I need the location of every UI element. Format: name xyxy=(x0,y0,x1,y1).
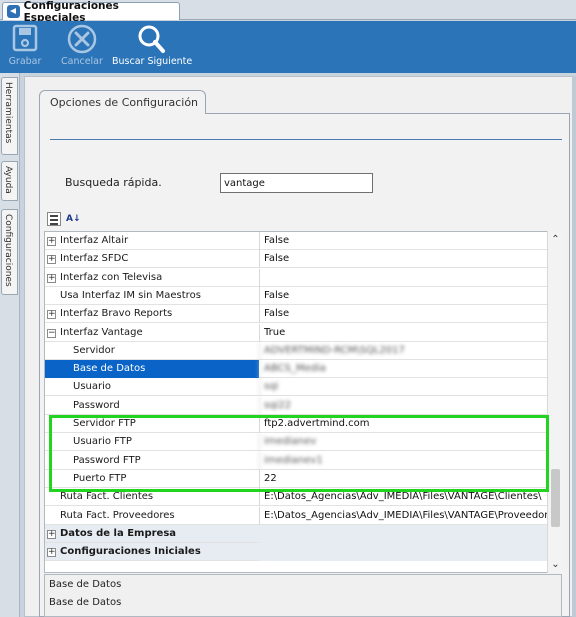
description-title: Base de Datos xyxy=(49,579,122,590)
property-name: Configuraciones Iniciales xyxy=(60,546,201,558)
grid-row[interactable]: Servidor ADVERTMIND-RCM\SQL2017 xyxy=(45,341,548,360)
title-bar: Configuraciones Especiales xyxy=(0,0,576,24)
property-value[interactable]: sqi22 xyxy=(259,396,548,415)
save-label: Grabar xyxy=(8,56,42,67)
grid-row[interactable]: + Interfaz SFDC False xyxy=(45,250,548,269)
save-button[interactable]: Grabar xyxy=(8,23,42,67)
property-value[interactable] xyxy=(259,268,548,287)
tab-herramientas[interactable]: Herramientas xyxy=(1,77,18,155)
property-value[interactable]: False xyxy=(259,250,548,269)
description-panel: Base de Datos Base de Datos xyxy=(44,574,562,617)
grid-row[interactable]: Usuario sqi xyxy=(45,378,548,397)
search-input[interactable] xyxy=(220,173,373,193)
property-value[interactable] xyxy=(259,524,548,543)
side-panel: Herramientas Ayuda Configuraciones xyxy=(0,73,20,617)
grid-row[interactable]: Ruta Fact. Proveedores E:\Datos_Agencias\… xyxy=(45,506,548,525)
grid-row[interactable]: + Interfaz Bravo Reports False xyxy=(45,305,548,324)
property-name: Interfaz Vantage xyxy=(60,326,143,338)
property-name: Interfaz con Televisa xyxy=(60,271,163,283)
property-value[interactable]: False xyxy=(259,286,548,305)
tab-ayuda-label: Ayuda xyxy=(3,166,13,194)
property-value[interactable]: False xyxy=(259,232,548,250)
sort-alphabetical-icon[interactable]: A↓ xyxy=(66,212,81,226)
property-value[interactable] xyxy=(259,543,548,562)
tab-configuraciones-label: Configuraciones xyxy=(3,214,13,287)
tab-opciones-de-configuracion[interactable]: Opciones de Configuración xyxy=(39,90,206,114)
find-next-button[interactable]: Buscar Siguiente xyxy=(112,23,192,67)
right-edge xyxy=(572,76,576,617)
scrollbar-thumb[interactable] xyxy=(551,469,560,527)
find-next-label: Buscar Siguiente xyxy=(112,56,193,67)
scroll-down-icon[interactable]: ⌄ xyxy=(548,557,563,572)
document-tab-label: Configuraciones Especiales xyxy=(23,0,119,24)
cancel-icon xyxy=(67,24,97,54)
cancel-label: Cancelar xyxy=(61,56,103,67)
categorized-icon[interactable] xyxy=(47,212,61,226)
property-value[interactable]: ABCS_Media xyxy=(259,360,548,379)
description-text: Base de Datos xyxy=(49,597,122,608)
grid-row[interactable]: Base de Datos ABCS_Media xyxy=(45,360,548,379)
property-value[interactable]: True xyxy=(259,323,548,342)
scroll-up-icon[interactable]: ⌃ xyxy=(548,232,563,247)
grid-row[interactable]: + Interfaz con Televisa xyxy=(45,268,548,287)
property-name: Servidor xyxy=(73,344,115,356)
back-icon xyxy=(7,5,20,18)
save-icon xyxy=(12,24,38,52)
property-value[interactable]: False xyxy=(259,305,548,324)
grid-row[interactable]: + Datos de la Empresa xyxy=(45,524,548,543)
property-name: Ruta Fact. Proveedores xyxy=(60,509,175,521)
tab-configuraciones[interactable]: Configuraciones xyxy=(1,209,18,295)
property-name: Base de Datos xyxy=(45,360,259,379)
toolbar: Grabar Cancelar Buscar Siguiente xyxy=(0,21,576,73)
property-value[interactable]: sqi xyxy=(259,378,548,397)
grid-row[interactable]: Usa Interfaz IM sin Maestros False xyxy=(45,286,548,305)
grid-row[interactable]: Password sqi22 xyxy=(45,396,548,415)
property-name: Datos de la Empresa xyxy=(60,527,177,539)
property-value[interactable]: ADVERTMIND-RCM\SQL2017 xyxy=(259,341,548,360)
property-grid: + Interfaz Altair False + Interfaz SFDC False… xyxy=(44,231,562,573)
tab-ayuda[interactable]: Ayuda xyxy=(1,161,18,201)
property-name: Usuario xyxy=(73,381,112,393)
property-name: Usa Interfaz IM sin Maestros xyxy=(60,289,201,301)
property-value[interactable]: E:\Datos_Agencias\Adv_IMEDIA\Files\VANTA… xyxy=(259,506,548,525)
search-icon xyxy=(138,25,166,53)
grid-row[interactable]: − Interfaz Vantage True xyxy=(45,323,548,342)
grid-row[interactable]: + Interfaz Altair False xyxy=(45,232,548,250)
property-name: Interfaz SFDC xyxy=(60,253,129,265)
document-tab[interactable]: Configuraciones Especiales xyxy=(2,0,180,24)
ftp-highlight-box xyxy=(49,415,549,492)
tab-herramientas-label: Herramientas xyxy=(3,82,13,144)
property-name: Interfaz Altair xyxy=(60,235,129,246)
vertical-scrollbar[interactable]: ⌃ ⌄ xyxy=(547,231,562,573)
property-name: Password xyxy=(73,399,120,411)
grid-row[interactable]: + Configuraciones Iniciales xyxy=(45,543,548,562)
property-grid-toolbar: A↓ xyxy=(44,209,84,229)
cancel-button[interactable]: Cancelar xyxy=(61,23,103,67)
search-label: Busqueda rápida. xyxy=(65,176,162,189)
property-name: Interfaz Bravo Reports xyxy=(60,308,173,320)
divider xyxy=(50,139,562,140)
